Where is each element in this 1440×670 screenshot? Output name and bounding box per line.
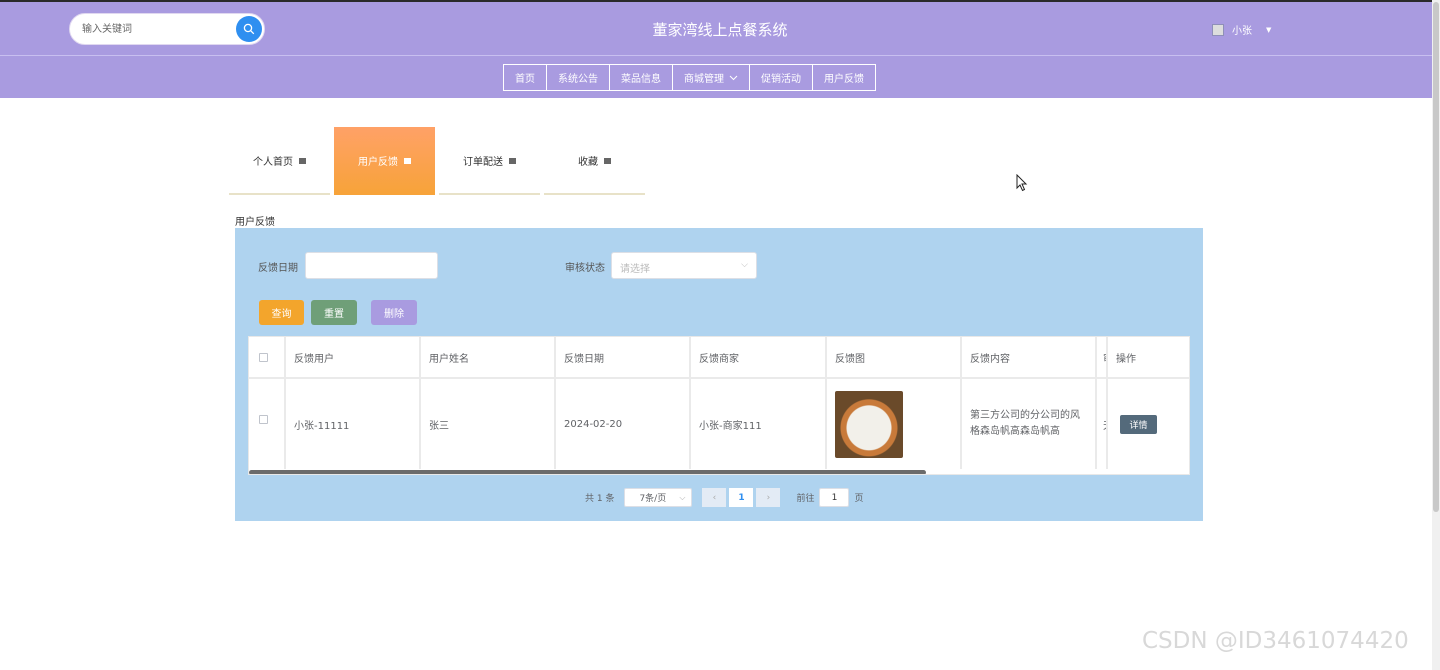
- cell-review-status: 天: [1097, 379, 1108, 469]
- tab-user-feedback[interactable]: 用户反馈: [334, 127, 435, 195]
- tab-personal-home[interactable]: 个人首页: [229, 127, 330, 195]
- tab-label: 订单配送: [463, 156, 503, 168]
- nav-announcements[interactable]: 系统公告: [546, 64, 610, 91]
- tab-label: 收藏: [578, 156, 598, 168]
- nav-promotions[interactable]: 促销活动: [749, 64, 813, 91]
- chevron-down-icon: [729, 75, 738, 80]
- cell-image: [827, 379, 962, 469]
- page-size-select[interactable]: 7条/页 ⌵: [624, 488, 693, 507]
- goto-label: 前往: [796, 494, 815, 504]
- reset-button[interactable]: 重置: [311, 300, 357, 325]
- pagination: 共 1 条 7条/页 ⌵ ‹ 1 › 前往 1 页: [585, 488, 863, 507]
- next-page-button[interactable]: ›: [756, 488, 781, 507]
- page-unit-label: 页: [854, 494, 864, 504]
- feedback-panel: 反馈日期 审核状态 请选择 ⌵ 查询 重置 删除 反馈用户 用户姓名 反馈日期 …: [235, 228, 1203, 521]
- tab-order-delivery[interactable]: 订单配送: [439, 127, 540, 195]
- tab-favorites[interactable]: 收藏: [544, 127, 645, 195]
- header-feedback-user[interactable]: 反馈用户: [286, 337, 421, 377]
- table-horizontal-scrollbar[interactable]: [249, 470, 926, 474]
- total-count: 共 1 条: [585, 494, 615, 504]
- header-feedback-date[interactable]: 反馈日期: [556, 337, 691, 377]
- delete-button[interactable]: 删除: [371, 300, 417, 325]
- cell-feedback-user: 小张-11111: [286, 379, 421, 469]
- cell-feedback-date: 2024-02-20: [556, 379, 691, 469]
- row-select-cell: [249, 379, 286, 469]
- profile-tabs: 个人首页 用户反馈 订单配送 收藏: [229, 127, 649, 195]
- header-user-name[interactable]: 用户姓名: [421, 337, 556, 377]
- cell-action: 详情: [1108, 379, 1189, 469]
- date-filter-label: 反馈日期: [258, 263, 298, 274]
- status-filter-label: 审核状态: [565, 263, 605, 274]
- tab-label: 个人首页: [253, 156, 293, 168]
- scrollbar-thumb[interactable]: [1433, 2, 1439, 512]
- prev-page-button[interactable]: ‹: [702, 488, 727, 507]
- mouse-cursor-icon: [1016, 174, 1028, 192]
- nav-dishes[interactable]: 菜品信息: [609, 64, 673, 91]
- home-icon: [404, 158, 411, 164]
- feedback-image[interactable]: [835, 390, 903, 458]
- home-icon: [299, 158, 306, 164]
- row-checkbox[interactable]: [259, 415, 268, 424]
- page-size-value: 7条/页: [639, 494, 667, 504]
- nav-mall-management[interactable]: 商城管理: [672, 64, 750, 91]
- section-title: 用户反馈: [235, 217, 275, 228]
- header-content[interactable]: 反馈内容: [962, 337, 1097, 377]
- table-header-row: 反馈用户 用户姓名 反馈日期 反馈商家 反馈图 反馈内容 审 操作: [249, 337, 1189, 379]
- page-scrollbar[interactable]: [1432, 0, 1440, 670]
- select-all-cell: [249, 337, 286, 377]
- status-select[interactable]: 请选择 ⌵: [611, 252, 757, 279]
- feedback-table: 反馈用户 用户姓名 反馈日期 反馈商家 反馈图 反馈内容 审 操作 小张-111…: [248, 336, 1190, 475]
- cell-content: 第三方公司的分公司的风格森岛帆高森岛帆高: [962, 379, 1097, 469]
- header-image[interactable]: 反馈图: [827, 337, 962, 377]
- nav-home[interactable]: 首页: [503, 64, 547, 91]
- home-icon: [509, 158, 516, 164]
- header-merchant[interactable]: 反馈商家: [691, 337, 827, 377]
- detail-button[interactable]: 详情: [1120, 414, 1157, 434]
- caret-down-icon: ▼: [1266, 25, 1272, 34]
- query-button[interactable]: 查询: [259, 300, 304, 325]
- select-all-checkbox[interactable]: [259, 352, 268, 362]
- cell-user-name: 张三: [421, 379, 556, 469]
- cell-merchant: 小张-商家111: [691, 379, 827, 469]
- status-placeholder: 请选择: [620, 264, 650, 275]
- username: 小张: [1232, 26, 1252, 37]
- nav-feedback[interactable]: 用户反馈: [812, 64, 876, 91]
- tab-label: 用户反馈: [358, 156, 398, 168]
- nav-mall-label: 商城管理: [684, 74, 724, 85]
- watermark: CSDN @ID3461074420: [1142, 628, 1409, 654]
- table-row: 小张-11111 张三 2024-02-20 小张-商家111 第三方公司的分公…: [249, 379, 1189, 469]
- goto-page-input[interactable]: 1: [819, 488, 850, 507]
- header-action: 操作: [1116, 353, 1136, 365]
- user-menu[interactable]: 小张 ▼: [1212, 22, 1271, 37]
- main-nav: 首页 系统公告 菜品信息 商城管理 促销活动 用户反馈: [0, 55, 1440, 98]
- home-icon: [604, 158, 611, 164]
- date-filter-input[interactable]: [305, 252, 438, 279]
- page-number-1[interactable]: 1: [729, 488, 754, 507]
- chevron-down-icon: ⌵: [679, 493, 686, 502]
- top-header: 董家湾线上点餐系统 小张 ▼: [0, 0, 1440, 55]
- avatar: [1212, 23, 1224, 36]
- chevron-down-icon: ⌵: [741, 260, 748, 270]
- header-review[interactable]: 审: [1097, 337, 1108, 377]
